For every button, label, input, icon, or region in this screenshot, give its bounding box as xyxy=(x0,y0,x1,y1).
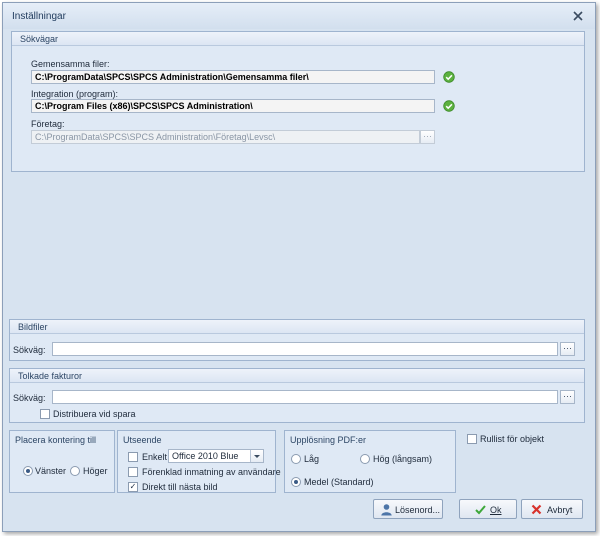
forenklad-checkbox[interactable] xyxy=(128,467,138,477)
bildfiler-browse-button[interactable]: ··· xyxy=(560,342,575,356)
direkt-label: Direkt till nästa bild xyxy=(142,482,218,492)
group-placera-title: Placera kontering till xyxy=(15,435,97,445)
checkmark-icon xyxy=(475,505,486,515)
integration-label: Integration (program): xyxy=(31,89,119,99)
radio-hog-label: Hög (långsam) xyxy=(373,454,433,464)
user-icon xyxy=(381,504,392,516)
group-bildfiler-header: Bildfiler xyxy=(10,320,584,334)
group-upplosning-pdf: Upplösning PDF:er Låg Hög (långsam) Mede… xyxy=(284,430,456,493)
direkt-checkbox[interactable]: ✓ xyxy=(128,482,138,492)
foretag-label: Företag: xyxy=(31,119,65,129)
ok-button-label: Ok xyxy=(490,505,502,515)
group-bildfiler: Bildfiler Sökväg: ··· xyxy=(9,319,585,361)
forenklad-label: Förenklad inmatning av användare xyxy=(142,467,281,477)
radio-lag-label: Låg xyxy=(304,454,320,464)
foretag-field: C:\ProgramData\SPCS\SPCS Administration\… xyxy=(31,130,420,144)
close-icon[interactable] xyxy=(571,9,585,23)
window-title: Inställningar xyxy=(12,11,66,22)
ok-button[interactable]: Ok xyxy=(459,499,517,519)
group-utseende: Utseende Enkelt Office 2010 Blue Förenkl… xyxy=(117,430,281,493)
losenord-button[interactable]: Lösenord... xyxy=(373,499,443,519)
bildfiler-path-label: Sökväg: xyxy=(13,345,46,355)
enkelt-label: Enkelt xyxy=(142,452,168,462)
losenord-button-label: Lösenord... xyxy=(395,505,441,515)
group-tolkade-title: Tolkade fakturor xyxy=(18,371,83,381)
integration-field[interactable]: C:\Program Files (x86)\SPCS\SPCS Adminis… xyxy=(31,99,435,113)
avbryt-button-label: Avbryt xyxy=(547,505,573,515)
group-sokvagar: Sökvägar Gemensamma filer: C:\ProgramDat… xyxy=(11,31,585,172)
theme-select-value: Office 2010 Blue xyxy=(172,451,239,461)
radio-hoger[interactable] xyxy=(70,466,80,476)
radio-medel-label: Medel (Standard) xyxy=(304,477,374,487)
settings-window: Inställningar Sökvägar Gemensamma filer:… xyxy=(2,2,596,532)
tolkade-browse-button[interactable]: ··· xyxy=(560,390,575,404)
check-ok-icon xyxy=(443,100,455,112)
tolkade-path-label: Sökväg: xyxy=(13,393,46,403)
radio-medel[interactable] xyxy=(291,477,301,487)
radio-hoger-label: Höger xyxy=(83,466,108,476)
group-sokvagar-header: Sökvägar xyxy=(12,32,584,46)
distribuera-checkbox[interactable] xyxy=(40,409,50,419)
enkelt-checkbox[interactable] xyxy=(128,452,138,462)
chevron-down-icon[interactable] xyxy=(250,450,263,462)
check-ok-icon xyxy=(443,71,455,83)
group-sokvagar-title: Sökvägar xyxy=(20,34,59,44)
rullist-label: Rullist för objekt xyxy=(480,434,545,444)
rullist-checkbox[interactable] xyxy=(467,434,477,444)
group-tolkade-fakturor: Tolkade fakturor Sökväg: ··· Distribuera… xyxy=(9,368,585,423)
tolkade-path-input[interactable] xyxy=(52,390,558,404)
radio-vanster[interactable] xyxy=(23,466,33,476)
group-tolkade-header: Tolkade fakturor xyxy=(10,369,584,383)
group-utseende-title: Utseende xyxy=(123,435,162,445)
radio-vanster-label: Vänster xyxy=(35,466,67,476)
cross-icon xyxy=(531,504,542,515)
bildfiler-path-input[interactable] xyxy=(52,342,558,356)
group-upplosning-title: Upplösning PDF:er xyxy=(290,435,367,445)
radio-hog[interactable] xyxy=(360,454,370,464)
radio-lag[interactable] xyxy=(291,454,301,464)
foretag-browse-button: ··· xyxy=(420,130,435,144)
theme-select[interactable]: Office 2010 Blue xyxy=(168,449,264,463)
group-placera-kontering: Placera kontering till Vänster Höger xyxy=(9,430,115,493)
gemensamma-label: Gemensamma filer: xyxy=(31,59,110,69)
avbryt-button[interactable]: Avbryt xyxy=(521,499,583,519)
title-bar: Inställningar xyxy=(3,3,595,29)
distribuera-label: Distribuera vid spara xyxy=(53,409,136,419)
gemensamma-field[interactable]: C:\ProgramData\SPCS\SPCS Administration\… xyxy=(31,70,435,84)
group-bildfiler-title: Bildfiler xyxy=(18,322,48,332)
